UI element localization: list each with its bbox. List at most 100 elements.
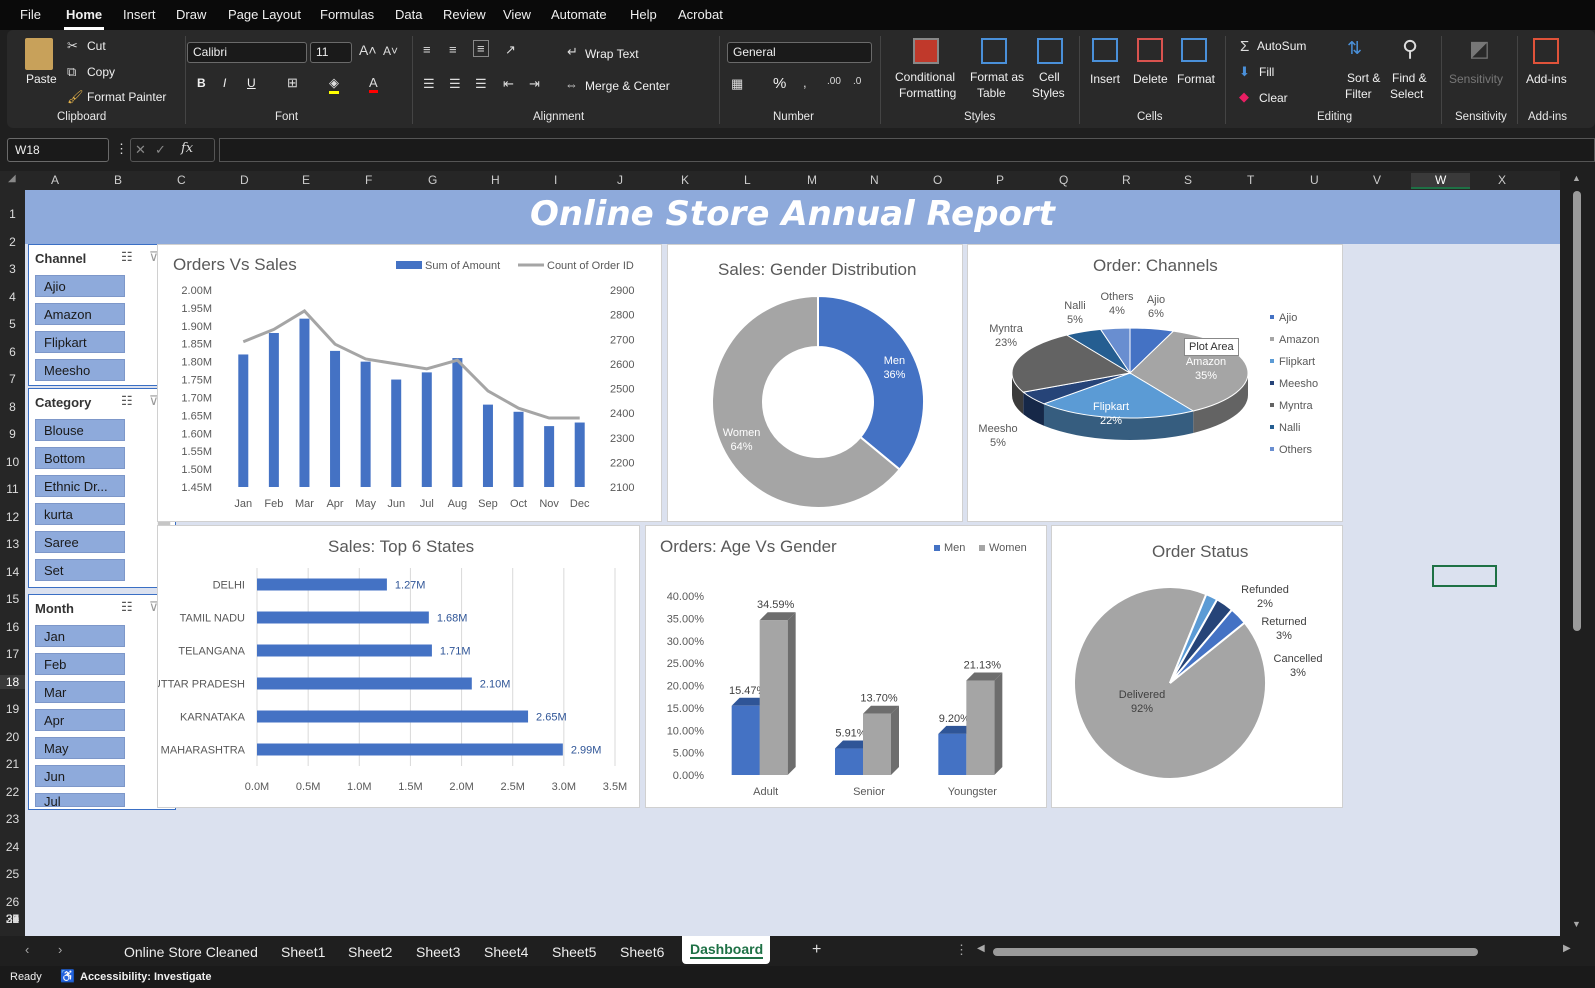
- slicer-item[interactable]: Jul: [35, 793, 125, 807]
- column-header[interactable]: Q: [1059, 173, 1068, 187]
- slicer-item[interactable]: Blouse: [35, 419, 125, 441]
- cell-styles-line1[interactable]: Cell: [1039, 70, 1060, 84]
- column-header[interactable]: M: [807, 173, 817, 187]
- cut-button[interactable]: Cut: [87, 39, 106, 53]
- comma-icon[interactable]: ,: [803, 75, 807, 90]
- add-sheet-icon[interactable]: +: [812, 941, 821, 959]
- row-header[interactable]: 14: [0, 565, 25, 579]
- select-all-icon[interactable]: ◢: [8, 173, 16, 184]
- sort-filter-line2[interactable]: Filter: [1345, 87, 1372, 101]
- menu-data[interactable]: Data: [395, 7, 422, 22]
- sheet-tab[interactable]: Sheet5: [552, 944, 596, 960]
- percent-button[interactable]: %: [773, 75, 786, 92]
- column-header[interactable]: L: [744, 173, 751, 187]
- slicer-item[interactable]: Feb: [35, 653, 125, 675]
- clear-button[interactable]: Clear: [1259, 91, 1288, 105]
- scroll-left-icon[interactable]: ◀: [977, 943, 985, 954]
- row-header[interactable]: 2: [0, 235, 25, 249]
- name-box[interactable]: W18: [7, 138, 109, 162]
- slicer-item[interactable]: Amazon: [35, 303, 125, 325]
- column-header[interactable]: S: [1184, 173, 1192, 187]
- selected-cell[interactable]: [1432, 565, 1497, 587]
- sheet-tab[interactable]: Sheet2: [348, 944, 392, 960]
- underline-button[interactable]: U: [247, 76, 256, 90]
- slicer-item[interactable]: Saree: [35, 531, 125, 553]
- scroll-up-icon[interactable]: ▲: [1572, 173, 1581, 183]
- row-header[interactable]: 18: [0, 674, 25, 689]
- slicer-item[interactable]: Ethnic Dr...: [35, 475, 125, 497]
- decrease-decimal-icon[interactable]: .0: [853, 76, 861, 87]
- menu-file[interactable]: File: [20, 7, 41, 22]
- grow-font-icon[interactable]: A˄: [359, 42, 377, 58]
- autosum-button[interactable]: AutoSum: [1257, 39, 1306, 53]
- column-header[interactable]: T: [1247, 173, 1254, 187]
- row-header[interactable]: 13: [0, 537, 25, 551]
- column-header[interactable]: I: [554, 173, 557, 187]
- slicer-item[interactable]: Meesho: [35, 359, 125, 381]
- row-header[interactable]: 4: [0, 290, 25, 304]
- scroll-right-icon[interactable]: ▶: [1563, 943, 1571, 954]
- paste-icon[interactable]: [25, 38, 53, 70]
- row-header[interactable]: 15: [0, 592, 25, 606]
- slicer-item[interactable]: Flipkart: [35, 331, 125, 353]
- find-select-line1[interactable]: Find &: [1392, 71, 1427, 85]
- column-header[interactable]: C: [177, 173, 186, 187]
- multi-select-icon[interactable]: ☷: [121, 393, 133, 409]
- format-as-table-line1[interactable]: Format as: [970, 70, 1024, 84]
- align-left-icon[interactable]: ☰: [423, 76, 435, 92]
- increase-indent-icon[interactable]: ⇥: [529, 76, 540, 92]
- chart-order-channels[interactable]: Order: Channels Ajio 6% Amazon 35% Flipkart 2…: [967, 244, 1343, 522]
- column-header[interactable]: U: [1310, 173, 1319, 187]
- more-options-icon[interactable]: ⋮: [955, 942, 968, 958]
- format-painter-button[interactable]: Format Painter: [87, 90, 166, 104]
- increase-decimal-icon[interactable]: .00: [827, 76, 841, 87]
- column-header[interactable]: W: [1411, 173, 1471, 189]
- slicer-item[interactable]: May: [35, 737, 125, 759]
- cell-styles-line2[interactable]: Styles: [1032, 86, 1065, 100]
- multi-select-icon[interactable]: ☷: [121, 599, 133, 615]
- slicer-item[interactable]: kurta: [35, 503, 125, 525]
- horizontal-scroll-thumb[interactable]: [993, 948, 1478, 956]
- delete-cells-button[interactable]: Delete: [1133, 72, 1168, 86]
- row-header[interactable]: 5: [0, 317, 25, 331]
- menu-page-layout[interactable]: Page Layout: [228, 7, 301, 22]
- row-header[interactable]: 21: [0, 757, 25, 771]
- scroll-thumb[interactable]: [1573, 191, 1581, 631]
- sheet-tab[interactable]: Sheet1: [281, 944, 325, 960]
- shrink-font-icon[interactable]: A˅: [383, 44, 398, 58]
- row-header[interactable]: 25: [0, 867, 25, 881]
- row-header[interactable]: 1: [0, 207, 25, 221]
- format-cells-button[interactable]: Format: [1177, 72, 1215, 86]
- align-top-icon[interactable]: ≡: [423, 42, 431, 57]
- row-header[interactable]: 16: [0, 620, 25, 634]
- bold-button[interactable]: B: [197, 76, 206, 90]
- column-header[interactable]: B: [114, 173, 122, 187]
- row-header[interactable]: 6: [0, 345, 25, 359]
- multi-select-icon[interactable]: ☷: [121, 249, 133, 265]
- orientation-icon[interactable]: ↗: [505, 42, 516, 58]
- row-header[interactable]: 17: [0, 647, 25, 661]
- row-header[interactable]: 8: [0, 400, 25, 414]
- align-bottom-icon[interactable]: ≡: [473, 40, 489, 57]
- column-header[interactable]: A: [51, 173, 59, 187]
- font-color-icon[interactable]: A: [369, 75, 378, 93]
- merge-center-button[interactable]: Merge & Center: [585, 79, 670, 93]
- copy-button[interactable]: Copy: [87, 65, 115, 79]
- slicer-item[interactable]: Jan: [35, 625, 125, 647]
- slicer-item[interactable]: Mar: [35, 681, 125, 703]
- align-right-icon[interactable]: ☰: [475, 76, 487, 92]
- format-as-table-line2[interactable]: Table: [977, 86, 1006, 100]
- paste-button[interactable]: Paste: [26, 72, 57, 86]
- sheet-tab[interactable]: Sheet3: [416, 944, 460, 960]
- sheet-tab[interactable]: Online Store Cleaned: [124, 944, 258, 960]
- menu-insert[interactable]: Insert: [123, 7, 156, 22]
- slicer-item[interactable]: Bottom: [35, 447, 125, 469]
- slicer-item[interactable]: Apr: [35, 709, 125, 731]
- column-header[interactable]: J: [617, 173, 623, 187]
- next-sheet-icon[interactable]: ›: [58, 942, 62, 957]
- align-center-icon[interactable]: ☰: [449, 76, 461, 92]
- font-name-select[interactable]: Calibri: [187, 42, 307, 63]
- column-header[interactable]: N: [870, 173, 879, 187]
- row-header[interactable]: 20: [0, 730, 25, 744]
- fill-button[interactable]: Fill: [1259, 65, 1274, 79]
